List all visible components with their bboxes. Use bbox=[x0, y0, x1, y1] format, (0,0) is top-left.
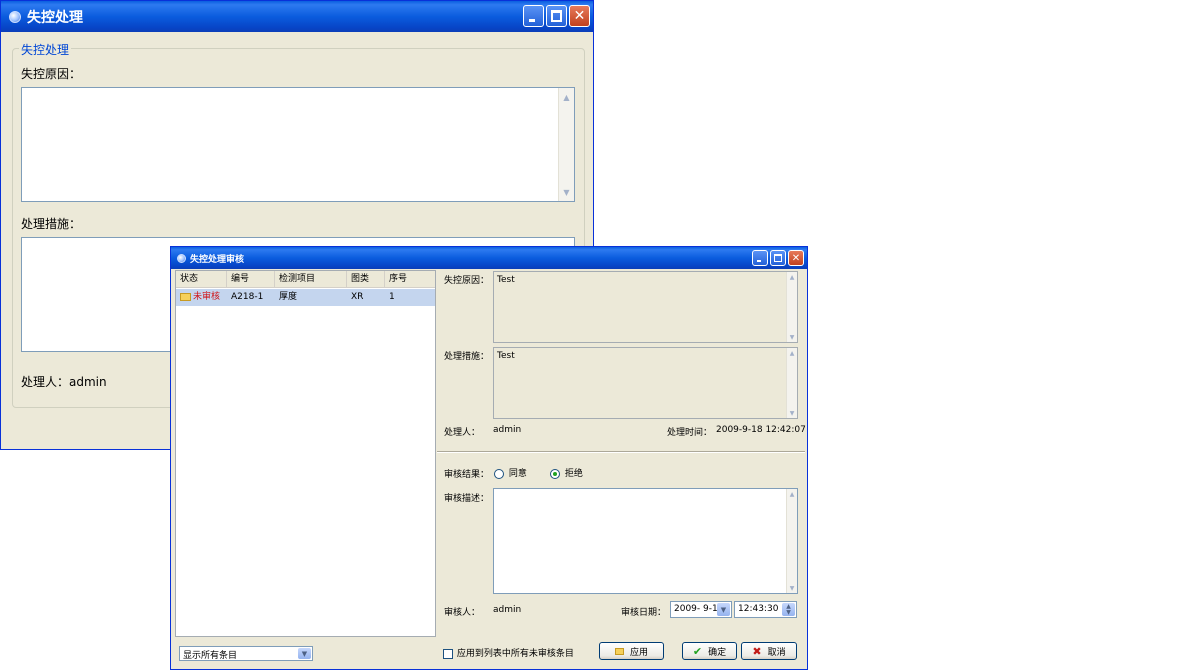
group-legend: 失控处理 bbox=[19, 41, 72, 58]
cancel-button-label: 取消 bbox=[767, 647, 786, 658]
title-bar[interactable]: 失控处理 ✕ bbox=[1, 1, 593, 32]
status-badge: 未审核 bbox=[193, 292, 221, 302]
cross-icon: ✖ bbox=[752, 644, 762, 658]
apply-button-label: 应用 bbox=[629, 647, 648, 658]
review-desc-label: 审核描述： bbox=[444, 494, 490, 504]
apply-all-checkbox[interactable] bbox=[443, 648, 453, 659]
apply-button[interactable]: 应用 bbox=[599, 642, 664, 660]
detail-measure-scrollbar[interactable]: ▲ ▼ bbox=[786, 348, 797, 418]
chevron-down-icon[interactable]: ▼ bbox=[298, 648, 311, 659]
scroll-down-icon[interactable]: ▼ bbox=[788, 583, 796, 593]
scroll-up-icon[interactable]: ▲ bbox=[560, 90, 573, 104]
maximize-button[interactable] bbox=[546, 5, 567, 27]
check-icon: ✔ bbox=[692, 644, 703, 658]
agree-label: 同意 bbox=[508, 469, 527, 479]
apply-all-option[interactable]: 应用到列表中所有未审核条目 bbox=[443, 646, 574, 659]
column-header-type[interactable]: 图类 bbox=[347, 271, 385, 288]
app-icon bbox=[9, 10, 21, 23]
minimize-icon bbox=[528, 18, 536, 22]
seq-cell: 1 bbox=[389, 292, 395, 302]
detail-handler-label: 处理人： bbox=[444, 428, 481, 438]
review-result-label: 审核结果： bbox=[444, 470, 490, 480]
scroll-down-icon[interactable]: ▼ bbox=[560, 185, 573, 199]
detail-time-value: 2009-9-18 12:42:07 bbox=[716, 425, 806, 435]
detail-measure-textarea[interactable]: Test ▲ ▼ bbox=[493, 347, 798, 419]
spinner-updown-icon[interactable]: ▲ ▼ bbox=[782, 603, 795, 616]
detail-reason-label: 失控原因： bbox=[444, 276, 490, 286]
reject-label: 拒绝 bbox=[564, 469, 583, 479]
review-window: 失控处理审核 ✕ 状态 编号 检测项目 图类 序号 未审核 A218-1 厚度 … bbox=[170, 246, 808, 670]
maximize-icon bbox=[551, 10, 562, 22]
detail-reason-textarea[interactable]: Test ▲ ▼ bbox=[493, 271, 798, 343]
minimize-button[interactable] bbox=[523, 5, 544, 27]
list-header: 状态 编号 检测项目 图类 序号 bbox=[176, 271, 435, 288]
filter-value: 显示所有条目 bbox=[183, 651, 238, 661]
review-date-label: 审核日期： bbox=[621, 608, 667, 618]
maximize-icon bbox=[774, 254, 782, 262]
column-header-code[interactable]: 编号 bbox=[227, 271, 275, 288]
detail-measure-value: Test bbox=[497, 351, 515, 361]
review-desc-textarea[interactable]: ▲ ▼ bbox=[493, 488, 798, 594]
review-agree-option[interactable]: 同意 bbox=[494, 466, 527, 479]
scroll-up-icon[interactable]: ▲ bbox=[788, 489, 796, 499]
table-row[interactable]: 未审核 A218-1 厚度 XR 1 bbox=[176, 289, 435, 306]
reason-scrollbar[interactable]: ▲ ▼ bbox=[558, 88, 574, 201]
title-bar[interactable]: 失控处理审核 ✕ bbox=[171, 247, 807, 269]
folder-icon bbox=[180, 292, 191, 301]
type-cell: XR bbox=[351, 292, 364, 302]
review-reject-option[interactable]: 拒绝 bbox=[550, 466, 583, 479]
scroll-down-icon[interactable]: ▼ bbox=[788, 332, 796, 342]
close-icon: ✕ bbox=[573, 8, 586, 24]
minimize-icon bbox=[756, 259, 762, 262]
scroll-down-icon[interactable]: ▼ bbox=[788, 408, 796, 418]
audit-list[interactable]: 状态 编号 检测项目 图类 序号 未审核 A218-1 厚度 XR 1 bbox=[175, 270, 436, 637]
agree-radio[interactable] bbox=[494, 468, 504, 479]
column-header-item[interactable]: 检测项目 bbox=[275, 271, 347, 288]
window-title: 失控处理 bbox=[27, 9, 83, 26]
maximize-button[interactable] bbox=[770, 250, 786, 266]
handler-label: 处理人：admin bbox=[21, 375, 107, 389]
reason-label: 失控原因： bbox=[21, 67, 82, 81]
item-cell: 厚度 bbox=[279, 292, 298, 302]
detail-time-label: 处理时间： bbox=[667, 428, 713, 438]
divider bbox=[437, 451, 805, 453]
scroll-up-icon[interactable]: ▲ bbox=[788, 348, 796, 358]
code-cell: A218-1 bbox=[231, 292, 264, 302]
cancel-button[interactable]: ✖ 取消 bbox=[741, 642, 797, 660]
reason-textarea[interactable]: ▲ ▼ bbox=[21, 87, 575, 202]
review-date-picker[interactable]: 2009- 9-18 ▼ bbox=[670, 601, 732, 618]
column-header-seq[interactable]: 序号 bbox=[385, 271, 437, 288]
reviewer-label: 审核人： bbox=[444, 608, 481, 618]
review-time-spinner[interactable]: 12:43:30 ▲ ▼ bbox=[734, 601, 797, 618]
reviewer-value: admin bbox=[493, 605, 522, 615]
ok-button-label: 确定 bbox=[708, 647, 727, 658]
ok-button[interactable]: ✔ 确定 bbox=[682, 642, 737, 660]
column-header-status[interactable]: 状态 bbox=[176, 271, 227, 288]
review-desc-scrollbar[interactable]: ▲ ▼ bbox=[786, 489, 797, 593]
app-icon bbox=[177, 253, 186, 263]
apply-all-label: 应用到列表中所有未审核条目 bbox=[456, 649, 574, 659]
close-icon: ✕ bbox=[791, 252, 801, 264]
reject-radio[interactable] bbox=[550, 468, 560, 479]
chevron-down-icon[interactable]: ▼ bbox=[717, 603, 730, 616]
minimize-button[interactable] bbox=[752, 250, 768, 266]
detail-handler-value: admin bbox=[493, 425, 522, 435]
detail-measure-label: 处理措施： bbox=[444, 352, 490, 362]
review-time-value: 12:43:30 bbox=[738, 604, 779, 614]
scroll-up-icon[interactable]: ▲ bbox=[788, 272, 796, 282]
close-button[interactable]: ✕ bbox=[788, 250, 804, 266]
filter-select[interactable]: 显示所有条目 ▼ bbox=[179, 646, 313, 661]
detail-reason-value: Test bbox=[497, 275, 515, 285]
measure-label: 处理措施： bbox=[21, 217, 82, 231]
status-cell: 未审核 bbox=[176, 289, 227, 306]
detail-reason-scrollbar[interactable]: ▲ ▼ bbox=[786, 272, 797, 342]
close-button[interactable]: ✕ bbox=[569, 5, 590, 27]
apply-icon bbox=[614, 647, 624, 655]
window-title: 失控处理审核 bbox=[190, 254, 245, 265]
